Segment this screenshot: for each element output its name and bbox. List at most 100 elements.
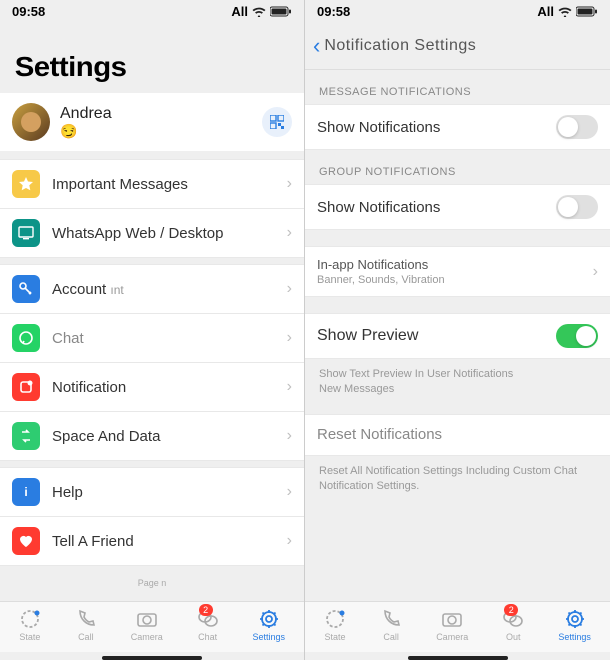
row-chat[interactable]: Chat › [0, 314, 304, 363]
carrier-label: All [231, 4, 248, 19]
carrier-label: All [537, 4, 554, 19]
back-button[interactable]: ‹ [313, 33, 320, 59]
tab-out[interactable]: 2 Out [502, 608, 524, 642]
notification-icon [12, 373, 40, 401]
chat-badge: 2 [504, 604, 518, 616]
row-reset-notifications[interactable]: Reset Notifications [305, 414, 610, 456]
whatsapp-icon [12, 324, 40, 352]
row-sublabel: Banner, Sounds, Vibration [317, 274, 593, 286]
chevron-right-icon: › [287, 280, 292, 298]
camera-icon [441, 608, 463, 630]
group-messages: Important Messages › WhatsApp Web / Desk… [0, 159, 304, 258]
profile-row[interactable]: Andrea 😏 [0, 93, 304, 151]
arrows-icon [12, 422, 40, 450]
battery-icon [576, 6, 598, 17]
qr-button[interactable] [262, 107, 292, 137]
tab-call[interactable]: Call [75, 608, 97, 642]
group-help: i Help › Tell A Friend › [0, 467, 304, 566]
row-notification[interactable]: Notification › [0, 363, 304, 412]
row-storage[interactable]: Space And Data › [0, 412, 304, 461]
camera-icon [136, 608, 158, 630]
gear-icon [258, 608, 280, 630]
row-tell-friend[interactable]: Tell A Friend › [0, 517, 304, 566]
tab-settings[interactable]: Settings [558, 608, 591, 642]
avatar [12, 103, 50, 141]
tab-camera[interactable]: Camera [131, 608, 163, 642]
row-label: Reset Notifications [317, 426, 598, 443]
status-bar: 09:58 All [305, 0, 610, 23]
row-label: In-app Notifications [317, 257, 593, 272]
chevron-right-icon: › [287, 483, 292, 501]
row-label: WhatsApp Web / Desktop [52, 225, 287, 242]
tab-state[interactable]: State [324, 608, 346, 642]
row-account[interactable]: Account ınt › [0, 264, 304, 314]
row-show-msg-notifications[interactable]: Show Notifications [305, 104, 610, 150]
status-bar: 09:58 All [0, 0, 304, 23]
row-label: Show Preview [317, 327, 556, 345]
chevron-right-icon: › [287, 532, 292, 550]
row-label: Show Notifications [317, 199, 556, 216]
row-label: Space And Data [52, 428, 287, 445]
nav-title: Notification Settings [324, 37, 476, 55]
section-group-notifications: GROUP NOTIFICATIONS [305, 150, 610, 184]
chevron-right-icon: › [593, 263, 598, 281]
group-settings: Account ınt › Chat › Notification › Spac… [0, 264, 304, 461]
page-note: Page n [0, 572, 304, 594]
desktop-icon [12, 219, 40, 247]
status-time: 09:58 [317, 4, 350, 19]
row-show-preview[interactable]: Show Preview [305, 313, 610, 359]
tab-state[interactable]: State [19, 608, 41, 642]
toggle-show-preview[interactable] [556, 324, 598, 348]
status-time: 09:58 [12, 4, 45, 19]
key-icon [12, 275, 40, 303]
info-icon: i [12, 478, 40, 506]
preview-description: Show Text Preview In User Notifications … [305, 359, 610, 406]
heart-icon [12, 527, 40, 555]
wifi-icon [252, 6, 266, 17]
row-whatsapp-web[interactable]: WhatsApp Web / Desktop › [0, 209, 304, 258]
row-label: Show Notifications [317, 119, 556, 136]
profile-name: Andrea [60, 105, 262, 123]
status-icons: All [231, 4, 292, 19]
chat-badge: 2 [199, 604, 213, 616]
tab-settings[interactable]: Settings [253, 608, 286, 642]
wifi-icon [558, 6, 572, 17]
tab-chat[interactable]: 2 Chat [197, 608, 219, 642]
notification-settings-screen: 09:58 All ‹ Notification Settings MESSAG… [305, 0, 610, 660]
chevron-right-icon: › [287, 175, 292, 193]
tabbar: State Call Camera 2 Chat Settings [0, 601, 304, 652]
settings-screen: 09:58 All Settings Andrea 😏 Important [0, 0, 305, 660]
tab-camera[interactable]: Camera [436, 608, 468, 642]
phone-icon [380, 608, 402, 630]
profile-emoji: 😏 [60, 123, 262, 140]
row-inapp-notifications[interactable]: In-app Notifications Banner, Sounds, Vib… [305, 246, 610, 297]
row-important-messages[interactable]: Important Messages › [0, 159, 304, 209]
chevron-right-icon: › [287, 427, 292, 445]
row-label: Chat [52, 330, 287, 347]
profile-text: Andrea 😏 [60, 105, 262, 140]
star-icon [12, 170, 40, 198]
status-ring-icon [19, 608, 41, 630]
row-show-group-notifications[interactable]: Show Notifications [305, 184, 610, 230]
chevron-right-icon: › [287, 378, 292, 396]
row-label: Tell A Friend [52, 533, 287, 550]
svg-text:i: i [24, 485, 27, 499]
nav-header: ‹ Notification Settings [305, 23, 610, 70]
chevron-right-icon: › [287, 329, 292, 347]
status-ring-icon [324, 608, 346, 630]
battery-icon [270, 6, 292, 17]
home-indicator [408, 656, 508, 660]
toggle-msg-notifications[interactable] [556, 115, 598, 139]
status-icons: All [537, 4, 598, 19]
page-title: Settings [0, 23, 319, 93]
tabbar: State Call Camera 2 Out Settings [305, 601, 610, 652]
tab-call[interactable]: Call [380, 608, 402, 642]
home-indicator [102, 656, 202, 660]
row-label: Important Messages [52, 176, 287, 193]
toggle-group-notifications[interactable] [556, 195, 598, 219]
reset-description: Reset All Notification Settings Includin… [305, 456, 610, 503]
phone-icon [75, 608, 97, 630]
row-label: Notification [52, 379, 287, 396]
row-help[interactable]: i Help › [0, 467, 304, 517]
row-label: Account ınt [52, 281, 287, 298]
